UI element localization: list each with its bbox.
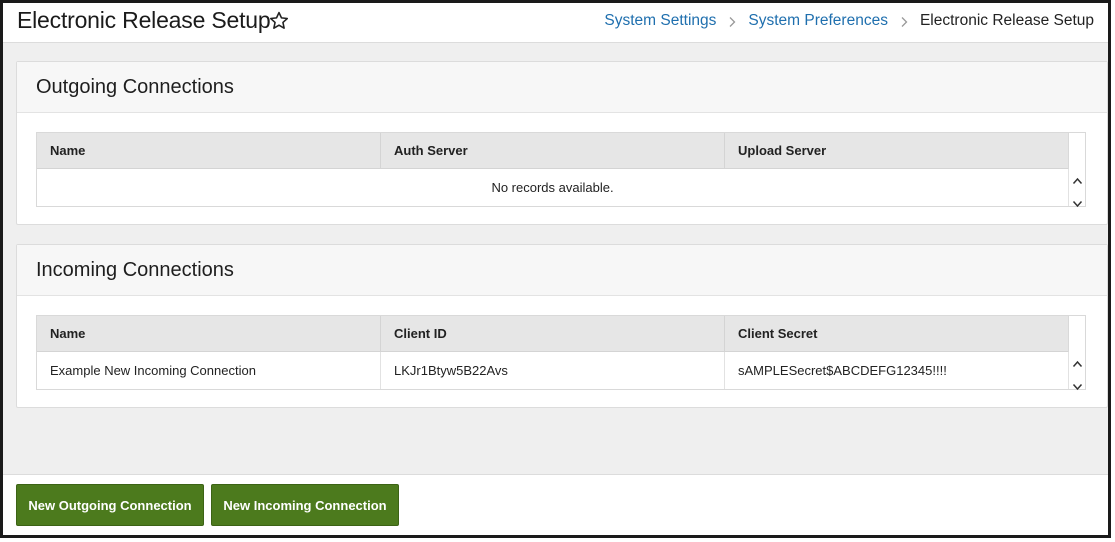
breadcrumb-system-settings[interactable]: System Settings: [604, 12, 716, 30]
scroll-up-icon[interactable]: [1072, 172, 1083, 184]
app-window: Electronic Release Setup System Settings…: [0, 0, 1111, 538]
chevron-right-icon: [898, 15, 910, 27]
breadcrumb-system-preferences[interactable]: System Preferences: [748, 12, 888, 30]
cell-client-secret: sAMPLESecret$ABCDEFG12345!!!!: [738, 363, 947, 378]
breadcrumb: System Settings System Preferences Elect…: [604, 12, 1094, 30]
star-icon[interactable]: [268, 10, 290, 32]
column-header-name[interactable]: Name: [37, 133, 381, 168]
cell-client-id: LKJr1Btyw5B22Avs: [381, 352, 725, 389]
grid-scrollbar[interactable]: [1068, 169, 1085, 208]
table-row[interactable]: Example New Incoming Connection LKJr1Bty…: [37, 352, 1068, 389]
page-title: Electronic Release Setup: [17, 7, 271, 33]
new-incoming-connection-button[interactable]: New Incoming Connection: [211, 484, 399, 526]
panel-title: Incoming Connections: [36, 258, 234, 281]
scroll-down-icon[interactable]: [1072, 195, 1083, 208]
empty-message: No records available.: [491, 180, 614, 195]
panel-title: Outgoing Connections: [36, 75, 234, 98]
grid-header: Name Client ID Client Secret: [37, 316, 1068, 352]
incoming-connections-panel: Incoming Connections Name Client ID Clie…: [16, 244, 1108, 408]
column-header-client-secret[interactable]: Client Secret: [725, 316, 1068, 351]
column-header-upload-server[interactable]: Upload Server: [725, 133, 1068, 168]
panel-header: Incoming Connections: [17, 245, 1107, 296]
column-header-name[interactable]: Name: [37, 316, 381, 351]
scroll-up-icon[interactable]: [1072, 355, 1083, 367]
grid-header-spacer: [1068, 133, 1085, 169]
grid-header: Name Auth Server Upload Server: [37, 133, 1068, 169]
new-outgoing-connection-button[interactable]: New Outgoing Connection: [16, 484, 204, 526]
outgoing-connections-grid: Name Auth Server Upload Server No record…: [36, 132, 1086, 208]
grid-scrollbar[interactable]: [1068, 352, 1085, 391]
outgoing-connections-panel: Outgoing Connections Name Auth Server Up…: [16, 61, 1108, 225]
action-bar: New Outgoing Connection New Incoming Con…: [3, 474, 1108, 535]
page-header: Electronic Release Setup System Settings…: [3, 3, 1108, 43]
panel-header: Outgoing Connections: [17, 62, 1107, 113]
scroll-down-icon[interactable]: [1072, 378, 1083, 391]
chevron-right-icon: [726, 15, 738, 27]
grid-body: No records available.: [37, 169, 1068, 206]
grid-header-spacer: [1068, 316, 1085, 352]
cell-name: Example New Incoming Connection: [37, 352, 381, 389]
column-header-auth-server[interactable]: Auth Server: [381, 133, 725, 168]
incoming-connections-grid: Name Client ID Client Secret Example New…: [36, 315, 1086, 391]
column-header-client-id[interactable]: Client ID: [381, 316, 725, 351]
breadcrumb-current: Electronic Release Setup: [919, 12, 1094, 29]
